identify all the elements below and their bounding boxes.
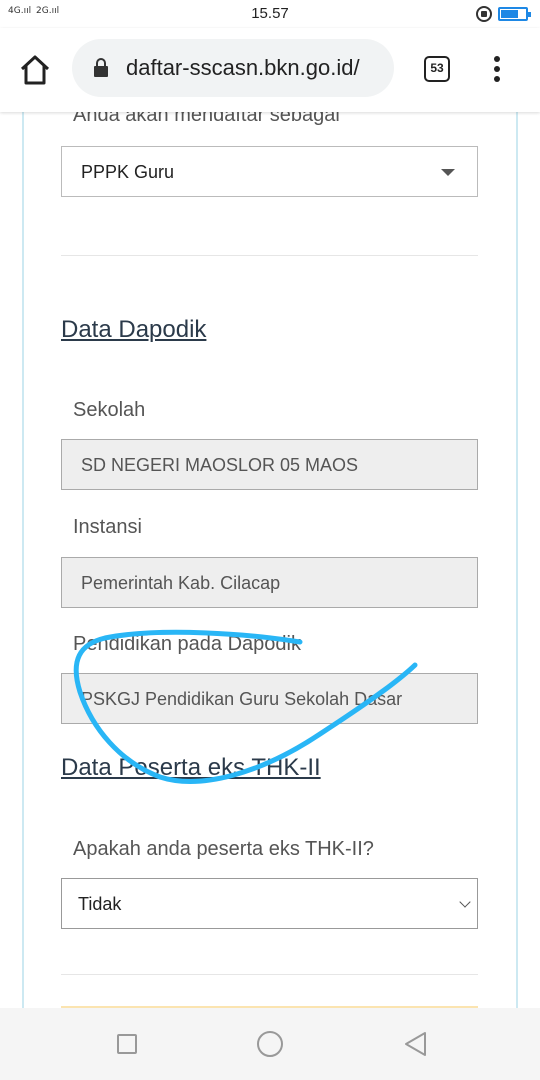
education-value: PSKGJ Pendidikan Guru Sekolah Dasar — [81, 689, 403, 709]
divider — [61, 255, 478, 256]
more-vert-icon[interactable] — [490, 56, 504, 84]
section-title-thk: Data Peserta eks THK-II — [61, 754, 321, 781]
dropdown-caret-icon — [441, 169, 455, 176]
address-bar[interactable]: daftar-sscasn.bkn.go.id/ — [72, 39, 394, 97]
back-icon[interactable] — [402, 1030, 428, 1058]
url-text[interactable]: daftar-sscasn.bkn.go.id/ — [126, 55, 392, 81]
status-time: 15.57 — [251, 5, 289, 22]
battery-icon — [498, 7, 531, 21]
agency-label: Instansi — [73, 516, 142, 538]
school-label: Sekolah — [73, 399, 146, 421]
school-value: SD NEGERI MAOSLOR 05 MAOS — [81, 455, 359, 475]
system-nav-bar — [0, 1008, 540, 1080]
thk-select[interactable]: Tidak — [61, 878, 478, 929]
register-as-select[interactable]: PPPK Guru — [61, 146, 478, 197]
browser-toolbar: daftar-sscasn.bkn.go.id/ 53 — [0, 28, 540, 112]
register-as-value: PPPK Guru — [81, 162, 175, 182]
register-as-label: Anda akan mendaftar sebagai — [73, 112, 340, 126]
tabs-icon[interactable]: 53 — [424, 56, 450, 82]
rotation-lock-icon — [476, 6, 492, 22]
status-bar: 4G.ııl 2G.ııl 15.57 — [0, 0, 540, 28]
thk-value: Tidak — [78, 894, 122, 914]
section-title-dapodik: Data Dapodik — [61, 316, 207, 343]
education-label: Pendidikan pada Dapodik — [73, 633, 301, 655]
school-field: SD NEGERI MAOSLOR 05 MAOS — [61, 439, 478, 490]
page-content: Anda akan mendaftar sebagai PPPK Guru Da… — [0, 112, 540, 1008]
education-field: PSKGJ Pendidikan Guru Sekolah Dasar — [61, 673, 478, 724]
agency-value: Pemerintah Kab. Cilacap — [81, 573, 281, 593]
thk-question-label: Apakah anda peserta eks THK-II? — [73, 838, 374, 860]
lock-icon — [94, 58, 108, 77]
chevron-down-icon — [459, 896, 471, 908]
agency-field: Pemerintah Kab. Cilacap — [61, 557, 478, 608]
home-icon[interactable] — [18, 54, 52, 86]
home-circle-icon[interactable] — [257, 1031, 283, 1057]
recent-apps-icon[interactable] — [117, 1034, 137, 1054]
divider — [61, 974, 478, 975]
